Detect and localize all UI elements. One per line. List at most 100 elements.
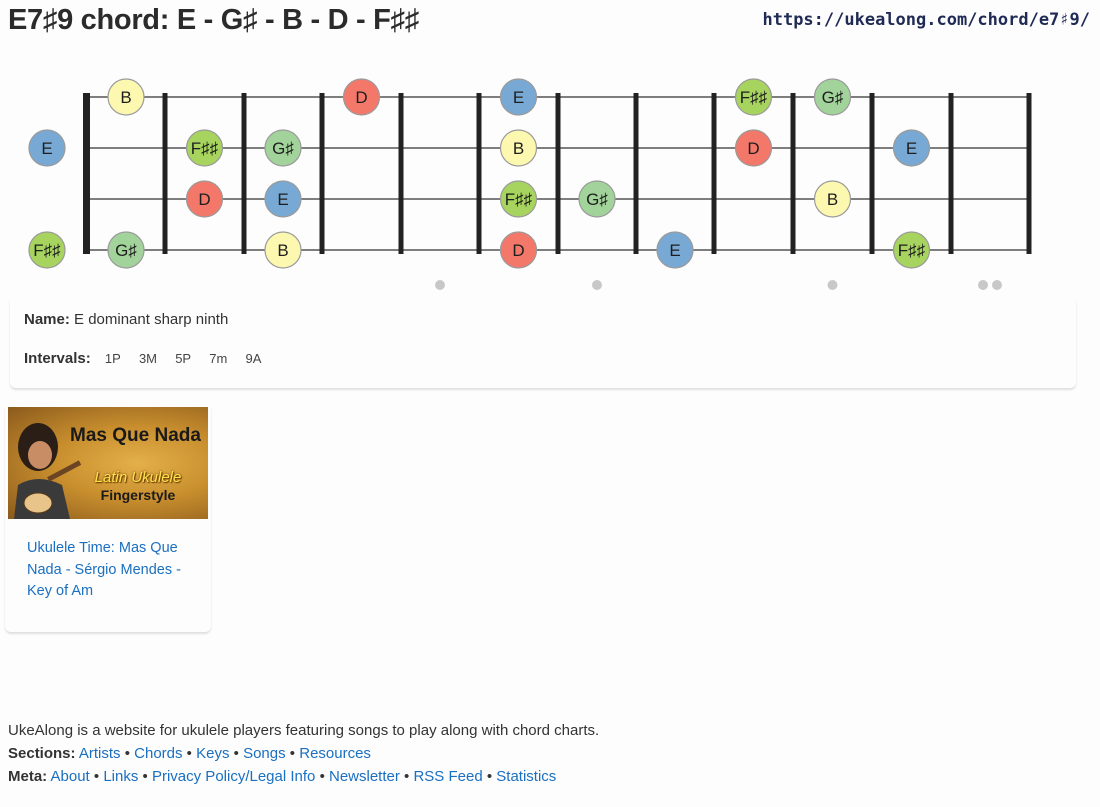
note-label: D <box>747 139 759 158</box>
note-marker: E <box>499 78 538 116</box>
fret-wire <box>241 93 247 254</box>
footer-link-rss[interactable]: RSS Feed <box>413 768 482 785</box>
fretboard-diagram: E F♯♯ B G♯ F♯♯ D G♯ E B D E B F♯♯ D G♯ E F♯♯ D G♯ B E F♯♯ <box>28 78 1032 290</box>
footer-link-chords[interactable]: Chords <box>134 745 182 762</box>
note-marker: G♯ <box>578 180 616 218</box>
footer-sections: Sections: Artists • Chords • Keys • Song… <box>8 742 599 765</box>
note-marker: F♯♯ <box>734 78 773 116</box>
intervals-label: Intervals: <box>24 350 91 367</box>
position-marker-dot <box>435 280 445 290</box>
fret-wire <box>1026 93 1032 254</box>
note-marker: D <box>185 180 224 218</box>
chord-name-label: Name: <box>24 311 70 328</box>
note-marker: F♯♯ <box>185 129 224 167</box>
footer-link-resources[interactable]: Resources <box>299 745 371 762</box>
note-marker: E <box>892 129 931 167</box>
note-marker: F♯♯ <box>892 231 931 269</box>
note-label: E <box>277 190 288 209</box>
note-label: F♯♯ <box>898 241 926 260</box>
note-marker: G♯ <box>107 231 145 269</box>
note-marker: G♯ <box>264 129 302 167</box>
separator: • <box>233 745 239 762</box>
note-label: F♯♯ <box>505 190 533 209</box>
separator: • <box>93 768 100 785</box>
note-label: B <box>120 88 131 107</box>
interval-item: 3M <box>138 351 158 366</box>
fret-wire <box>398 93 404 254</box>
position-marker-dot <box>592 280 602 290</box>
chord-info-card: Name: E dominant sharp ninth Intervals: … <box>10 300 1076 388</box>
footer-link-artists[interactable]: Artists <box>79 745 121 762</box>
position-marker-dot <box>827 280 838 290</box>
note-marker: D <box>734 129 773 167</box>
note-label: D <box>198 190 210 209</box>
note-label: D <box>512 241 524 260</box>
meta-label: Meta: <box>8 768 48 785</box>
footer-link-about[interactable]: About <box>51 768 90 785</box>
note-marker: B <box>107 78 145 116</box>
note-marker: G♯ <box>813 78 852 116</box>
footer-link-songs[interactable]: Songs <box>243 745 286 762</box>
note-label: G♯ <box>272 139 294 158</box>
note-label: D <box>355 88 367 107</box>
video-thumbnail[interactable]: Mas Que Nada Latin Ukulele Fingerstyle <box>8 407 208 519</box>
separator: • <box>186 745 192 762</box>
note-label: F♯♯ <box>33 241 61 260</box>
fret-wire <box>869 93 875 254</box>
footer-tagline: UkeAlong is a website for ukulele player… <box>8 722 600 739</box>
note-marker: D <box>499 231 538 269</box>
nut <box>83 93 90 254</box>
note-label: G♯ <box>586 190 608 209</box>
footer-link-statistics[interactable]: Statistics <box>496 768 556 785</box>
separator: • <box>142 768 148 785</box>
note-marker: B <box>813 180 852 218</box>
video-link[interactable]: Ukulele Time: Mas Que Nada - Sérgio Mend… <box>27 538 187 603</box>
note-label: F♯♯ <box>740 88 768 107</box>
note-marker: F♯♯ <box>28 231 66 269</box>
interval-item: 9A <box>245 351 262 366</box>
note-label: B <box>827 190 838 209</box>
note-marker: B <box>264 231 302 269</box>
note-label: B <box>513 139 524 158</box>
separator: • <box>289 745 296 762</box>
note-label: G♯ <box>822 88 844 107</box>
position-marker-dot <box>978 280 988 290</box>
video-card[interactable]: Mas Que Nada Latin Ukulele Fingerstyle U… <box>5 407 211 632</box>
intervals-row: Intervals: 1P 3M 5P 7m 9A <box>24 350 261 367</box>
footer-link-privacy[interactable]: Privacy Policy/Legal Info <box>152 768 315 785</box>
chord-name-value: E dominant sharp ninth <box>74 311 229 328</box>
note-label: F♯♯ <box>191 139 219 158</box>
note-marker: E <box>656 231 694 269</box>
footer-link-links[interactable]: Links <box>103 768 138 785</box>
chord-name-row: Name: E dominant sharp ninth <box>24 311 228 328</box>
footer-meta: Meta: About • Links • Privacy Policy/Leg… <box>8 765 599 788</box>
position-marker-dot <box>992 280 1002 290</box>
separator: • <box>124 745 130 762</box>
fret-wire <box>476 93 482 254</box>
site-footer: UkeAlong is a website for ukulele player… <box>8 719 599 788</box>
thumbnail-title: Mas Que Nada <box>70 425 201 446</box>
interval-item: 5P <box>175 351 192 366</box>
note-marker: D <box>342 78 381 116</box>
separator: • <box>404 768 410 785</box>
footer-link-newsletter[interactable]: Newsletter <box>329 768 400 785</box>
note-marker: E <box>264 180 302 218</box>
note-label: B <box>277 241 288 260</box>
note-label: E <box>906 139 917 158</box>
page-url[interactable]: https://ukealong.com/chord/e7♯9/ <box>762 10 1090 30</box>
page-title: E7♯9 chord: E - G♯ - B - D - F♯♯ <box>8 4 419 36</box>
fret-wire <box>555 93 561 254</box>
note-label: G♯ <box>115 241 137 260</box>
note-marker: B <box>499 129 538 167</box>
interval-item: 1P <box>104 351 121 366</box>
fret-wire <box>711 93 717 254</box>
fret-wire <box>633 93 639 254</box>
interval-item: 7m <box>209 351 228 366</box>
note-label: E <box>513 88 524 107</box>
thumbnail-subtitle: Latin Ukulele <box>94 469 182 486</box>
fret-wire <box>162 93 168 254</box>
footer-link-keys[interactable]: Keys <box>196 745 229 762</box>
note-marker: F♯♯ <box>499 180 538 218</box>
fret-wire <box>790 93 796 254</box>
separator: • <box>319 768 325 785</box>
